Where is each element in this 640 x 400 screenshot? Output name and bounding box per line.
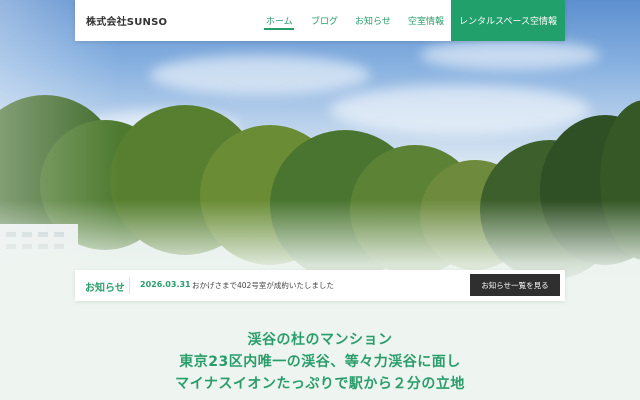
- rental-space-button[interactable]: レンタルスペース空情報: [451, 0, 565, 41]
- news-date: 2026.03.31: [140, 280, 191, 289]
- headline-line-3: マイナスイオンたっぷりで駅から２分の立地: [175, 376, 465, 392]
- news-heading: お知らせ: [85, 283, 125, 294]
- hero-image: [0, 0, 640, 290]
- site-logo[interactable]: 株式会社SUNSO: [86, 13, 167, 28]
- news-list-button[interactable]: お知らせ一覧を見る: [470, 274, 560, 296]
- nav-item-news[interactable]: お知らせ: [355, 14, 391, 27]
- news-bar: お知らせ 2026.03.31 おかげさまで402号室が成約いたしました お知ら…: [75, 270, 565, 301]
- headline-line-1: 渓谷の杜のマンション: [247, 332, 393, 348]
- nav-item-blog[interactable]: ブログ: [311, 14, 338, 27]
- news-item-link[interactable]: おかげさまで402号室が成約いたしました: [192, 280, 334, 291]
- nav-active-indicator: [264, 28, 294, 30]
- nav-item-vacancy[interactable]: 空室情報: [408, 14, 444, 27]
- site-header: 株式会社SUNSO ホーム ブログ お知らせ 空室情報 レンタルスペース空情報: [75, 0, 565, 41]
- nav-item-home[interactable]: ホーム: [266, 14, 293, 27]
- headline-line-2: 東京23区内唯一の渓谷、等々力渓谷に面し: [179, 354, 461, 370]
- news-divider: [129, 277, 130, 294]
